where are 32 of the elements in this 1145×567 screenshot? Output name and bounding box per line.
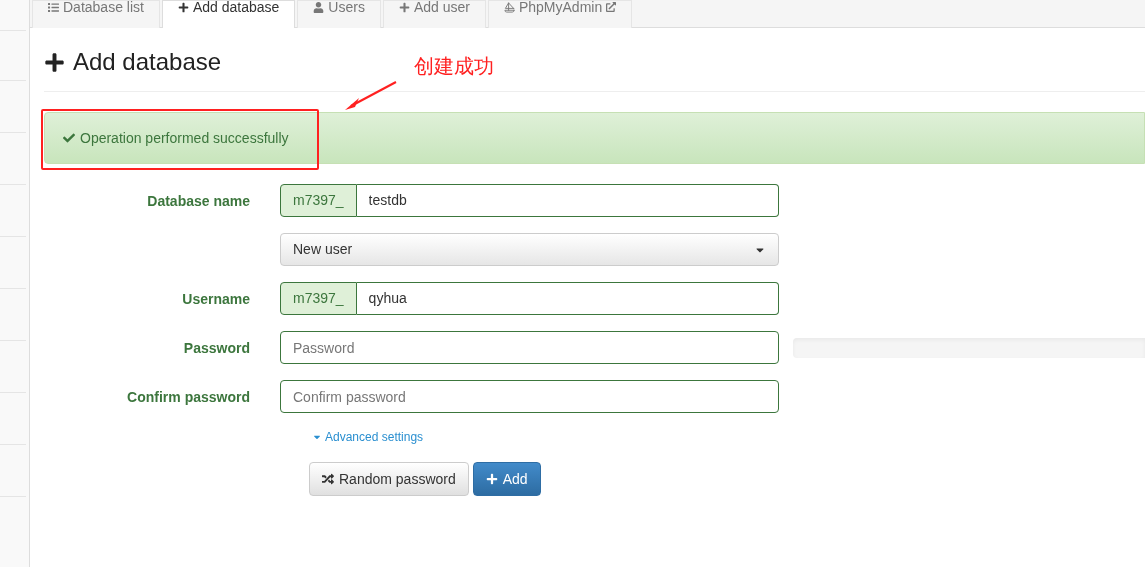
field-label: Password — [183, 339, 250, 356]
field-label: Database name — [147, 192, 250, 209]
plus-icon — [485, 473, 498, 485]
input-field[interactable]: Password — [280, 331, 779, 364]
tab[interactable]: Add database — [161, 0, 296, 28]
tab[interactable]: Users — [297, 0, 381, 28]
tab[interactable]: Add user — [382, 0, 486, 28]
shuffle-icon — [322, 473, 334, 485]
select-dropdown[interactable]: New user — [280, 233, 779, 266]
success-alert: Operation performed successfully — [44, 112, 1145, 164]
sailboat-icon — [503, 2, 515, 13]
list-icon — [48, 2, 59, 13]
random-password-button[interactable]: Random password — [309, 462, 469, 496]
add-button[interactable]: Add — [472, 462, 541, 496]
plus-icon — [177, 2, 189, 13]
field-label: Confirm password — [127, 388, 250, 405]
input-field[interactable]: qyhua — [356, 282, 779, 315]
plus-icon — [44, 51, 65, 73]
tab[interactable]: Database list — [32, 0, 160, 28]
input-field[interactable]: testdb — [356, 184, 779, 217]
input-prefix: m7397_ — [280, 282, 357, 315]
tab[interactable]: PhpMyAdmin — [487, 0, 633, 28]
annotation-text: 创建成功 — [414, 54, 494, 79]
annotation-arrow — [343, 80, 398, 112]
advanced-settings-link[interactable]: Advanced settings — [312, 428, 1145, 446]
plus-icon — [398, 2, 410, 13]
input-field[interactable]: Confirm password — [280, 380, 779, 413]
user-icon — [313, 2, 325, 13]
page-title: Add database — [73, 49, 222, 75]
check-icon — [63, 132, 75, 144]
input-prefix: m7397_ — [280, 184, 357, 217]
field-label: Username — [182, 290, 250, 307]
